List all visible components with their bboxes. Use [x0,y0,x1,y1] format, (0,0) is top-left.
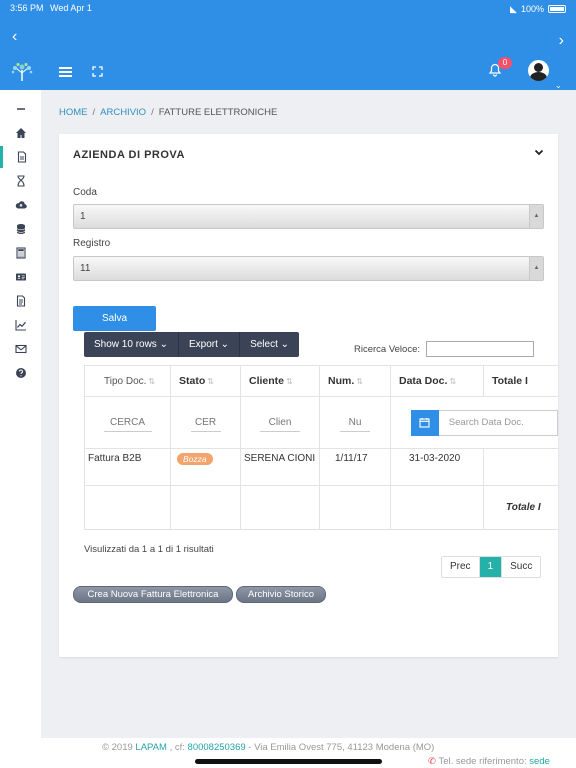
pagination: Prec 1 Succ [441,556,542,578]
column-header-stato[interactable]: Stato ⇅ [170,365,241,397]
archive-button[interactable]: Archivio Storico [236,586,326,603]
sede-link[interactable]: sede [529,756,550,767]
column-header-totale[interactable]: Totale I [483,365,558,397]
export-button[interactable]: Export ⌄ [179,332,241,357]
home-indicator [195,759,382,764]
envelope-icon[interactable] [0,338,41,360]
sidebar [0,90,41,768]
document-icon[interactable] [0,290,41,312]
footer-ref: ✆ Tel. sede riferimento: sede [428,756,550,767]
app-header: 3:56 PM Wed Apr 1 ◣ 100% ‹ › 0 ⌄ [0,0,576,90]
line-chart-icon[interactable] [0,314,41,336]
filter-num-input[interactable] [340,413,370,432]
cell-cliente: SERENA CIONI [240,448,320,486]
filter-tipo-input[interactable] [103,413,152,432]
column-header-tipo[interactable]: Tipo Doc. ⇅ [84,365,171,397]
cell-stato: Bozza [170,448,241,486]
current-page-button[interactable]: 1 [479,557,502,577]
table-row[interactable]: Fattura B2B Bozza SERENA CIONI 1/11/17 3… [84,448,558,486]
coda-select[interactable]: 1 ▲ [73,204,544,229]
cell-totale [483,448,558,486]
id-card-icon[interactable] [0,266,41,288]
footer-copyright: © 2019 LAPAM , cf: 80008250369 - Via Emi… [102,742,435,753]
next-page-button[interactable]: Succ [501,557,540,577]
column-header-data[interactable]: Data Doc. ⇅ [390,365,484,397]
status-date: Wed Apr 1 [50,3,92,13]
table-info: Visulizzati da 1 a 1 di 1 risultati [84,544,214,555]
registro-select[interactable]: 11 ▲ [73,256,544,281]
table-toolbar: Show 10 rows ⌄ Export ⌄ Select ⌄ [84,332,300,357]
home-icon[interactable] [0,122,41,144]
coda-value: 1 [80,211,86,222]
breadcrumb-separator: / [151,107,154,118]
breadcrumb-current: FATTURE ELETTRONICHE [158,107,278,118]
select-arrow-icon: ▲ [529,257,543,280]
quick-search-label: Ricerca Veloce: [354,344,421,355]
invoice-doc-icon[interactable] [0,146,41,168]
cell-tipo: Fattura B2B [84,448,171,486]
database-icon[interactable] [0,218,41,240]
help-icon[interactable] [0,362,41,384]
calendar-icon[interactable] [411,409,439,436]
registro-value: 11 [80,263,91,274]
battery-icon [548,5,566,13]
column-header-num[interactable]: Num. ⇅ [319,365,391,397]
sidebar-collapse-icon[interactable] [0,98,41,120]
forward-arrow-icon[interactable]: › [559,32,564,50]
select-button[interactable]: Select ⌄ [240,332,299,357]
filter-stato-input[interactable] [190,413,221,432]
menu-icon[interactable] [59,67,72,77]
user-avatar[interactable] [528,60,549,81]
chevron-down-icon[interactable] [533,146,545,158]
cloud-upload-icon[interactable] [0,194,41,216]
wifi-icon: ◣ [510,3,517,14]
tree-logo-icon[interactable] [10,62,34,82]
column-header-cliente[interactable]: Cliente ⇅ [240,365,320,397]
filter-cliente-input[interactable] [260,413,300,432]
fullscreen-icon[interactable] [92,66,103,77]
card-title: AZIENDA DI PROVA [73,149,185,161]
save-button[interactable]: Salva [73,306,156,331]
company-link[interactable]: LAPAM [135,742,167,753]
coda-label: Coda [73,187,97,198]
cf-link[interactable]: 80008250369 [188,742,246,753]
phone-icon: ✆ [428,756,436,767]
prev-page-button[interactable]: Prec [442,557,480,577]
breadcrumb: HOME / ARCHIVIO / FATTURE ELETTRONICHE [59,107,277,118]
hourglass-icon[interactable] [0,170,41,192]
invoice-table: Tipo Doc. ⇅ Stato ⇅ Cliente ⇅ Num. ⇅ Data Do… [84,365,558,530]
breadcrumb-archivio[interactable]: ARCHIVIO [100,107,146,118]
total-label: Totale I [483,485,558,530]
quick-search-input[interactable] [426,341,534,357]
status-badge: Bozza [177,453,213,465]
notification-badge: 0 [498,57,512,69]
cell-data: 31-03-2020 [390,448,484,486]
back-arrow-icon[interactable]: ‹ [12,28,17,46]
battery-percent: 100% [520,4,544,14]
cell-num: 1/11/17 [319,448,391,486]
filter-date-input[interactable]: Search Data Doc. [438,409,558,436]
breadcrumb-home[interactable]: HOME [59,107,88,118]
new-invoice-button[interactable]: Crea Nuova Fattura Elettronica [73,586,233,603]
main-card: AZIENDA DI PROVA Coda 1 ▲ Registro 11 ▲ … [59,134,558,657]
calculator-icon[interactable] [0,242,41,264]
select-arrow-icon: ▲ [529,205,543,228]
status-time: 3:56 PM [10,3,44,13]
chevron-down-icon[interactable]: ⌄ [555,81,562,90]
show-rows-button[interactable]: Show 10 rows ⌄ [84,332,179,357]
registro-label: Registro [73,238,111,249]
status-bar: 3:56 PM Wed Apr 1 ◣ 100% [10,3,566,15]
breadcrumb-separator: / [92,107,96,118]
